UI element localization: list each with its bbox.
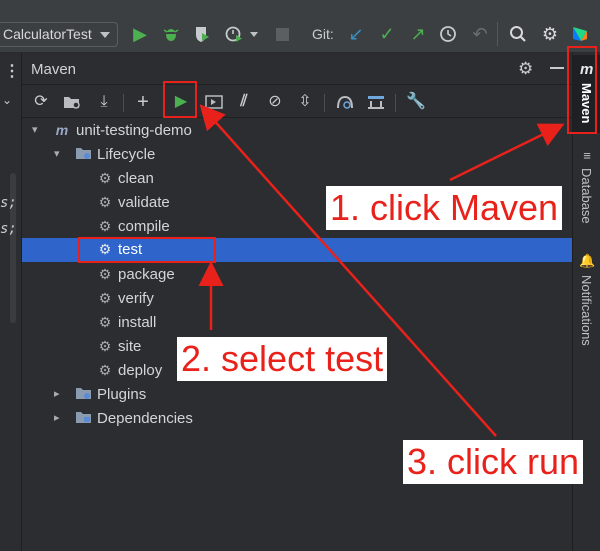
toolbar-separator <box>324 94 325 112</box>
tree-item-label: install <box>118 314 157 331</box>
plugins-folder-icon <box>76 386 92 402</box>
left-tool-strip: ⋮ ⌄ <box>0 53 22 551</box>
search-icon[interactable] <box>508 24 528 44</box>
chevron-right-icon[interactable]: ▸ <box>54 412 66 424</box>
panel-settings-gear-icon[interactable]: ⚙ <box>518 59 533 79</box>
settings-wrench-icon[interactable]: 🔧 <box>406 92 426 112</box>
reload-icon[interactable]: ⟳ <box>31 92 51 112</box>
tree-item-label: Dependencies <box>97 410 193 427</box>
maven-project-icon: m <box>55 122 69 138</box>
chevron-down-icon[interactable]: ▾ <box>54 148 66 160</box>
chevron-down-icon[interactable] <box>250 32 258 37</box>
tab-database-label: Database <box>579 168 594 224</box>
bell-icon: 🔔 <box>579 253 596 268</box>
run-configuration-selector[interactable]: CalculatorTest <box>0 22 118 47</box>
collapse-icon[interactable]: ⇳ <box>295 92 315 112</box>
tree-item-label: compile <box>118 218 170 235</box>
toolbar-separator <box>123 94 124 112</box>
stop-icon[interactable] <box>272 24 292 44</box>
highlight-test-goal <box>78 237 216 263</box>
history-icon[interactable] <box>438 24 458 44</box>
gear-icon: ⚙ <box>98 314 112 330</box>
tree-item-project[interactable]: ▾ m unit-testing-demo <box>22 119 572 143</box>
tree-item-plugins[interactable]: ▸ Plugins <box>22 383 572 407</box>
tab-notifications-label: Notifications <box>579 275 594 346</box>
maven-panel-header: Maven ⚙ <box>22 53 572 85</box>
tree-goal-package[interactable]: ⚙ package <box>22 263 572 287</box>
jetbrains-logo-icon[interactable] <box>570 24 590 44</box>
toolbar-separator <box>395 94 396 112</box>
download-icon[interactable]: ⤓ <box>94 92 114 112</box>
code-fragment-line: s; <box>0 221 17 237</box>
tree-item-dependencies[interactable]: ▸ Dependencies <box>22 407 572 431</box>
gear-icon: ⚙ <box>98 194 112 210</box>
tree-item-label: deploy <box>118 362 163 379</box>
tree-item-lifecycle[interactable]: ▾ Lifecycle <box>22 143 572 167</box>
rollback-icon[interactable]: ↶ <box>470 24 490 44</box>
skip-tests-icon[interactable]: ⫽ <box>234 92 254 112</box>
git-commit-icon[interactable]: ✓ <box>377 24 397 44</box>
tree-item-label: verify <box>118 290 154 307</box>
git-label: Git: <box>312 26 334 42</box>
highlight-run-button <box>163 81 197 118</box>
chevron-down-icon[interactable]: ▾ <box>32 124 44 136</box>
git-update-icon[interactable]: ↙ <box>346 24 366 44</box>
tree-item-label: Plugins <box>97 386 147 403</box>
more-options-icon[interactable]: ⋮ <box>4 61 20 81</box>
offline-icon[interactable]: ⊘ <box>265 92 285 112</box>
git-push-icon[interactable]: ↗ <box>408 24 428 44</box>
maven-toolbar: ⟳ ⤓ + ▶ ⫽ ⊘ ⇳ 🔧 <box>22 86 572 118</box>
analyze-dependencies-icon[interactable] <box>335 92 355 112</box>
generate-sources-icon[interactable] <box>62 92 82 112</box>
add-icon[interactable]: + <box>133 92 153 112</box>
tree-item-label: validate <box>118 194 170 211</box>
callout-step2: 2. select test <box>177 337 388 381</box>
code-fragment-line: s; <box>0 195 17 211</box>
tree-goal-install[interactable]: ⚙ install <box>22 311 572 335</box>
execute-goal-icon[interactable] <box>204 92 224 112</box>
gear-icon: ⚙ <box>98 290 112 306</box>
tab-notifications[interactable]: 🔔 Notifications <box>573 253 600 403</box>
database-icon: ≡ <box>583 148 591 163</box>
tree-goal-verify[interactable]: ⚙ verify <box>22 287 572 311</box>
profile-icon[interactable] <box>224 24 244 44</box>
gear-icon: ⚙ <box>98 170 112 186</box>
tree-item-label: Lifecycle <box>97 146 156 163</box>
chevron-down-icon <box>100 32 110 38</box>
minimize-icon[interactable] <box>550 67 564 69</box>
chevron-right-icon[interactable]: ▸ <box>54 388 66 400</box>
tree-item-label: package <box>118 266 175 283</box>
gear-icon: ⚙ <box>98 362 112 378</box>
gear-icon: ⚙ <box>98 218 112 234</box>
debug-bug-icon[interactable] <box>161 24 181 44</box>
tree-item-label: clean <box>118 170 154 187</box>
settings-gear-icon[interactable]: ⚙ <box>540 24 560 44</box>
gear-icon: ⚙ <box>98 266 112 282</box>
main-toolbar: CalculatorTest ▶ Git: ↙ ✓ ↗ ↶ ⚙ <box>0 0 600 53</box>
chevron-down-icon[interactable]: ⌄ <box>2 93 12 107</box>
run-configuration-label: CalculatorTest <box>3 26 92 42</box>
highlight-maven-tab <box>567 46 597 134</box>
lifecycle-folder-icon <box>76 146 92 162</box>
callout-step3: 3. click run <box>403 440 584 484</box>
gear-icon: ⚙ <box>98 338 112 354</box>
tree-item-label: site <box>118 338 142 355</box>
coverage-icon[interactable] <box>192 24 212 44</box>
run-icon[interactable]: ▶ <box>130 24 150 44</box>
callout-step1: 1. click Maven <box>326 186 563 230</box>
maven-panel-title: Maven <box>31 61 77 78</box>
show-dependencies-icon[interactable] <box>366 92 386 112</box>
toolbar-separator <box>497 22 498 46</box>
tree-item-label: unit-testing-demo <box>76 122 192 139</box>
dependencies-folder-icon <box>76 410 92 426</box>
